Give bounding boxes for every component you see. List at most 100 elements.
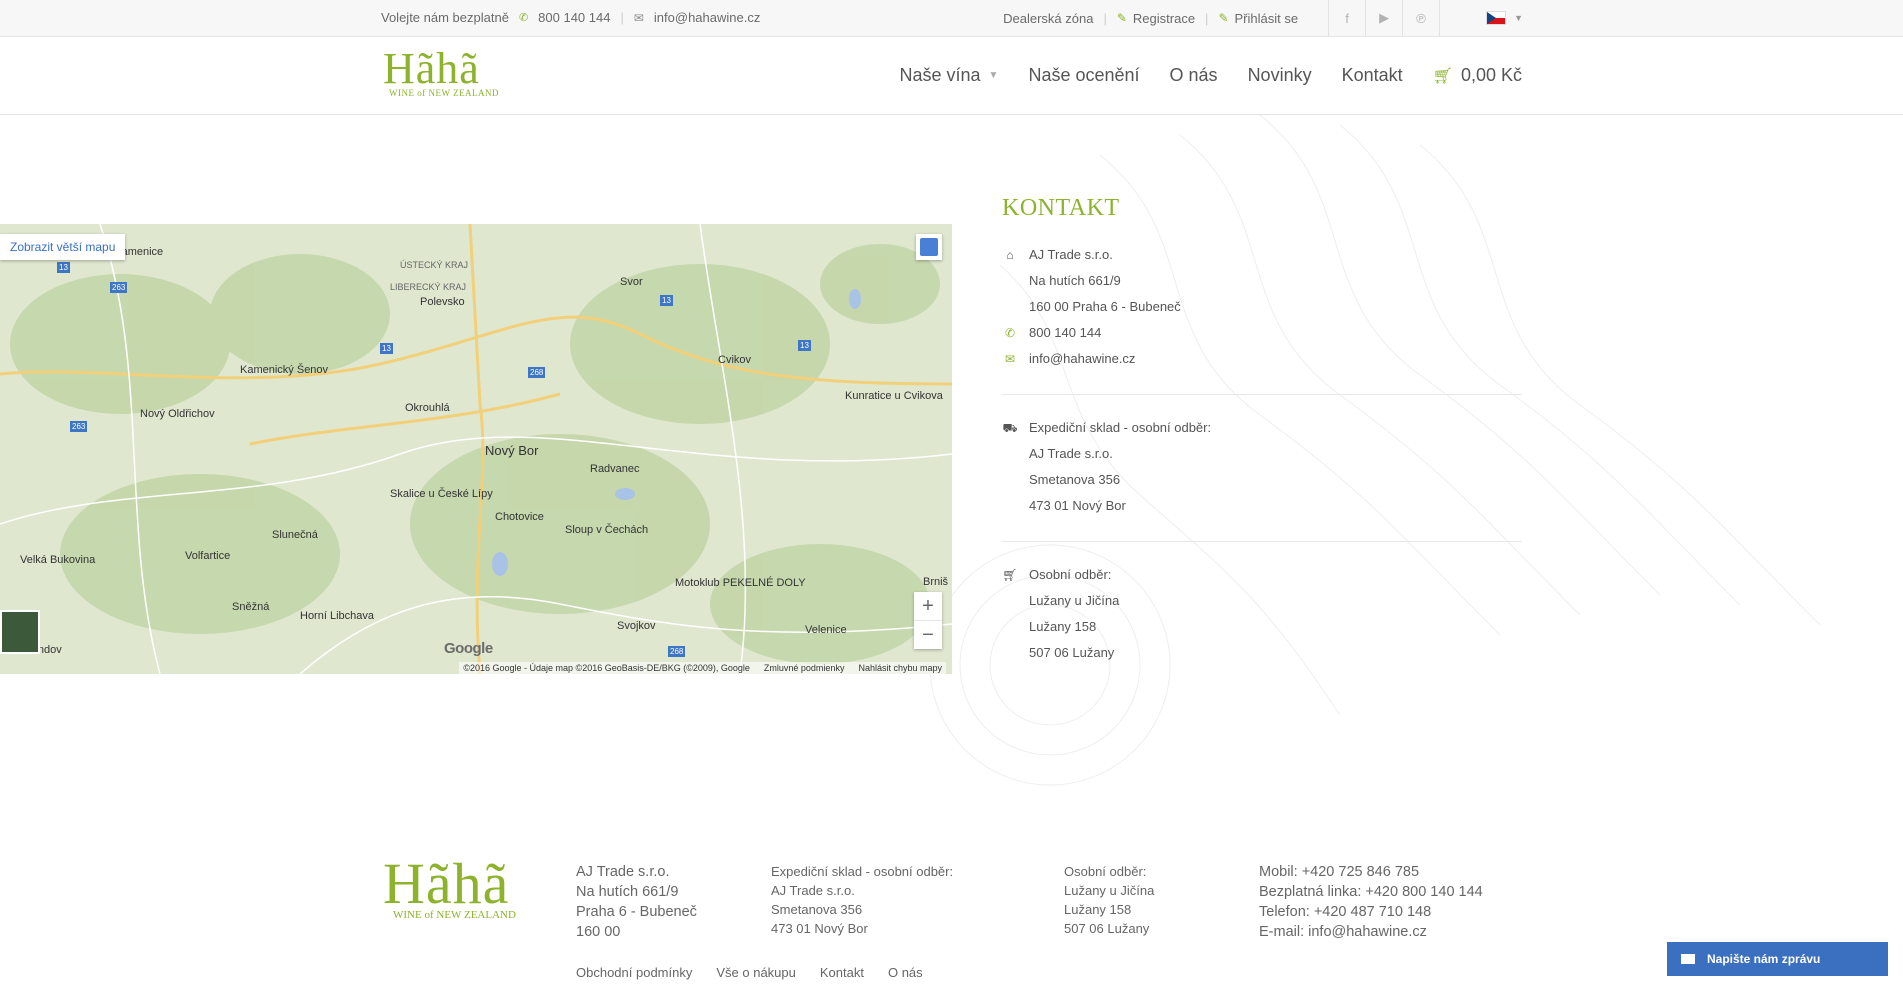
phone-icon: ✆ <box>518 12 529 24</box>
pencil-icon: ✎ <box>1218 11 1229 25</box>
czech-flag-icon <box>1486 11 1507 25</box>
road-marker: 13 <box>380 343 393 354</box>
dealer-zone-link[interactable]: Dealerská zóna <box>993 11 1103 26</box>
road-marker: 268 <box>668 646 686 657</box>
call-text: Volejte nám bezplatně <box>381 10 509 25</box>
footer-link-shopping[interactable]: Vše o nákupu <box>716 965 796 980</box>
chat-button[interactable]: Napište nám zprávu <box>1667 942 1888 976</box>
home-icon: ⌂ <box>1006 248 1014 262</box>
warehouse-street: Smetanova 356 <box>1029 472 1121 487</box>
pencil-icon: ✎ <box>1116 11 1127 25</box>
pickup-city: 507 06 Lužany <box>1029 645 1115 660</box>
chevron-down-icon: ▼ <box>1514 13 1523 23</box>
map-place-label: Radvanec <box>590 463 640 475</box>
top-email[interactable]: info@hahawine.cz <box>654 10 760 25</box>
contact-section: KONTAKT ⌂ AJ Trade s.r.o. Na hutích 661/9… <box>1002 195 1522 666</box>
map-place-label: Chotovice <box>495 511 544 523</box>
pinterest-icon[interactable]: ℗ <box>1402 0 1441 36</box>
map-place-label: Nový Oldřichov <box>140 408 215 420</box>
map-place-label: Sloup v Čechách <box>565 524 649 536</box>
footer-contacts: Mobil: +420 725 846 785 Bezplatná linka: … <box>1259 864 1483 940</box>
map-place-label: Okrouhlá <box>405 402 450 414</box>
contact-street: Na hutích 661/9 <box>1029 273 1121 288</box>
footer-warehouse: Expediční sklad - osobní odběr: AJ Trade … <box>771 864 954 936</box>
map-place-label: Polevsko <box>420 296 465 308</box>
map-place-label: Kunratice u Cvikova <box>845 390 943 402</box>
map-report-link[interactable]: Nahlásit chybu mapy <box>858 663 942 673</box>
road-marker: 13 <box>660 295 673 306</box>
map-place-label: Kamenický Šenov <box>240 364 329 376</box>
map-region-label: ÚSTECKÝ KRAJ <box>400 260 469 270</box>
register-link[interactable]: ✎ Registrace <box>1107 11 1205 26</box>
youtube-icon[interactable]: ▶ <box>1365 0 1402 36</box>
warehouse-city: 473 01 Nový Bor <box>1029 498 1126 513</box>
cart-icon: 🛒︎ <box>1432 67 1453 85</box>
divider <box>1002 541 1522 542</box>
nav-about[interactable]: O nás <box>1170 65 1218 86</box>
pickup-street: Lužany 158 <box>1029 619 1097 634</box>
map-place-label: Motoklub PEKELNÉ DOLY <box>675 577 806 589</box>
map-graphic <box>0 224 952 674</box>
site-logo[interactable]: Hãhã WINE of NEW ZEALAND <box>383 47 501 99</box>
map-place-label: Velká Bukovina <box>20 554 96 566</box>
pickup-title: 🛒︎ Osobní odběr: <box>1002 562 1522 588</box>
truck-icon: ⛟ <box>1002 421 1018 435</box>
map-place-label: Svojkov <box>617 620 656 632</box>
zoom-controls: + − <box>914 592 942 649</box>
login-link[interactable]: ✎ Přihlásit se <box>1208 11 1308 26</box>
contact-company: ⌂ AJ Trade s.r.o. <box>1002 242 1522 268</box>
map-place-label: Skalice u České Lípy <box>390 488 493 500</box>
nav-awards[interactable]: Naše ocenění <box>1028 65 1139 86</box>
contact-email[interactable]: ✉ info@hahawine.cz <box>1002 346 1522 372</box>
satellite-toggle[interactable] <box>0 610 40 654</box>
language-selector[interactable]: ▼ <box>1486 11 1523 25</box>
warehouse-title: ⛟ Expediční sklad - osobní odběr: <box>1002 415 1522 441</box>
footer-address: AJ Trade s.r.o. Na hutích 661/9 Praha 6 - … <box>576 864 697 940</box>
contact-city: 160 00 Praha 6 - Bubeneč <box>1029 299 1181 314</box>
chevron-down-icon: ▼ <box>988 70 999 81</box>
footer-link-terms[interactable]: Obchodní podmínky <box>576 965 692 980</box>
contact-title: KONTAKT <box>1002 195 1120 221</box>
map-footer: ©2016 Google - Údaje map ©2016 GeoBasis-… <box>459 662 946 674</box>
map-place-label: Nový Bor <box>485 443 539 458</box>
map-place-label: Horní Libchava <box>300 610 374 622</box>
map-place-label: Velenice <box>805 624 847 636</box>
zoom-in-button[interactable]: + <box>914 592 942 621</box>
map-region-label: LIBERECKÝ KRAJ <box>390 282 467 292</box>
zoom-out-button[interactable]: − <box>914 621 942 649</box>
phone-icon: ✆ <box>1004 326 1016 340</box>
cart-button[interactable]: 🛒︎ 0,00 Kč <box>1433 65 1522 86</box>
street-view-icon[interactable] <box>916 234 942 260</box>
road-marker: 263 <box>110 282 128 293</box>
divider: | <box>620 10 624 25</box>
mail-icon: ✉ <box>633 10 644 25</box>
map-place-label: Cvikov <box>718 354 752 366</box>
road-marker: 13 <box>57 262 70 273</box>
road-marker: 263 <box>70 421 88 432</box>
map-place-label: Sněžná <box>232 601 270 613</box>
google-map[interactable]: Česká Kamenice Svor Polevsko Kamenický Š… <box>0 224 952 674</box>
footer-link-about[interactable]: O nás <box>888 965 923 980</box>
footer-logo[interactable]: Hãhã WINE of NEW ZEALAND <box>383 855 516 922</box>
map-place-label: Svor <box>620 276 643 288</box>
footer: Hãhã WINE of NEW ZEALAND AJ Trade s.r.o.… <box>0 790 1903 1007</box>
footer-links: Obchodní podmínky Vše o nákupu Kontakt O… <box>576 965 923 980</box>
top-phone[interactable]: 800 140 144 <box>538 10 610 25</box>
top-bar: Volejte nám bezplatně ✆ 800 140 144 | ✉ … <box>0 0 1903 37</box>
google-logo: Google <box>444 640 493 657</box>
footer-pickup: Osobní odběr: Lužany u Jičína Lužany 158 50… <box>1064 864 1155 936</box>
nav-news[interactable]: Novinky <box>1248 65 1312 86</box>
mail-icon: ✉ <box>1004 352 1016 366</box>
envelope-icon <box>1681 954 1695 964</box>
map-place-label: Volfartice <box>185 550 231 562</box>
facebook-icon[interactable]: f <box>1328 0 1365 36</box>
main-nav: Naše vína ▼ Naše ocenění O nás Novinky Ko… <box>900 37 1523 114</box>
footer-link-contact[interactable]: Kontakt <box>820 965 864 980</box>
map-terms-link[interactable]: Zmluvné podmienky <box>764 663 845 673</box>
road-marker: 13 <box>798 340 811 351</box>
contact-phone[interactable]: ✆ 800 140 144 <box>1002 320 1522 346</box>
nav-our-wines[interactable]: Naše vína ▼ <box>900 65 999 86</box>
nav-contact[interactable]: Kontakt <box>1342 65 1403 86</box>
cart-icon: 🛒︎ <box>1002 568 1018 582</box>
larger-map-link[interactable]: Zobrazit větší mapu <box>0 234 126 260</box>
